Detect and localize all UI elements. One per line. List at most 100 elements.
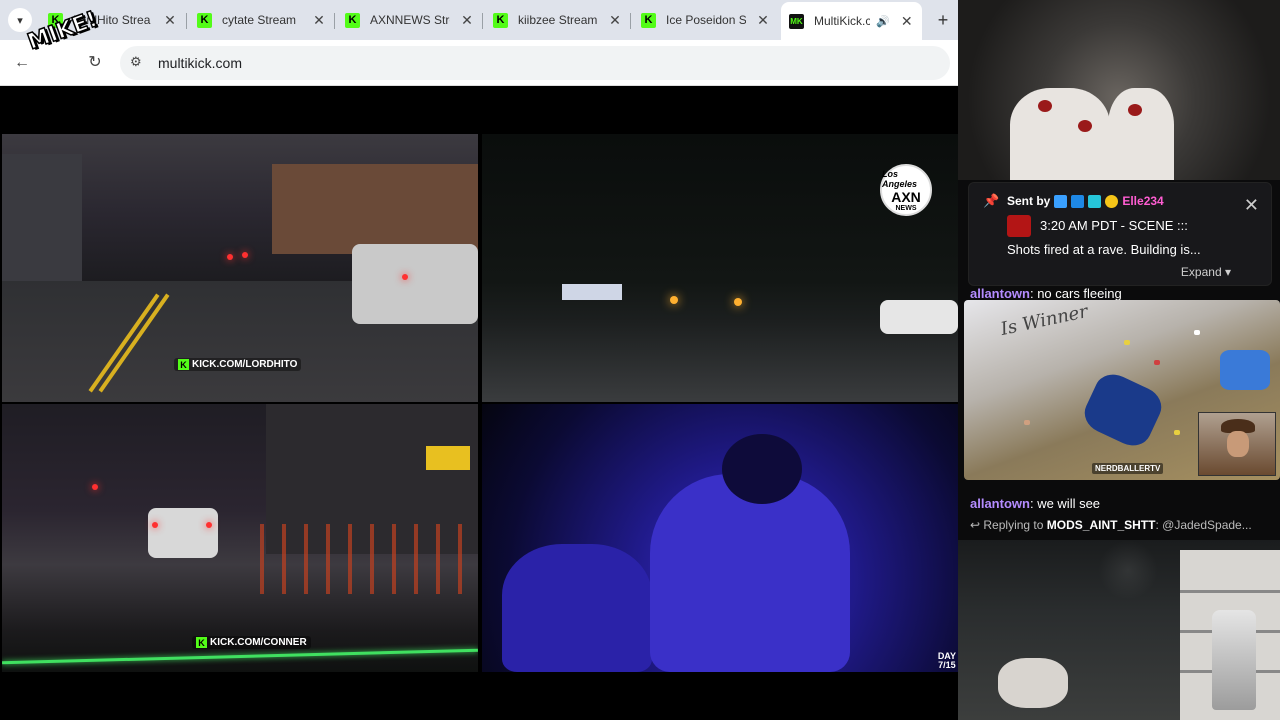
passenger-head [722,434,802,504]
day-counter: DAY 7/15 [938,652,956,670]
stream-player-bedroom[interactable] [958,0,1280,180]
watermark-text: KICK.COM/CONNER [210,637,307,648]
close-icon[interactable]: ✕ [1244,195,1259,216]
stream-player-lordhito[interactable]: K KICK.COM/LORDHITO [2,134,478,402]
emergency-light [734,298,742,306]
stream-player-nerdballertv[interactable]: Is Winner NERDBALLERTV [964,300,1280,480]
kick-icon: K [345,12,360,28]
chat-reply: ↩ Replying to MODS_AINT_SHTT: @JadedSpad… [970,518,1252,532]
sheet-pattern [1078,120,1092,132]
tail-light [242,252,248,258]
person-sleeping [998,658,1068,708]
tab-strip: ▾ K LordHito Strea ✕ K cytate Stream ✕ K… [0,0,958,40]
kick-icon: K [641,12,656,28]
stream-player-ice[interactable]: DAY 7/15 [482,404,958,672]
pinned-text-line1: 3:20 AM PDT - SCENE ::: [1040,218,1188,233]
chat-username[interactable]: allantown [970,286,1030,301]
police-car [880,300,958,334]
tab-title: MultiKick.c [814,14,870,28]
store-sign [426,446,470,470]
expand-button[interactable]: Expand ▾ [1181,265,1231,279]
close-icon[interactable]: ✕ [608,12,622,29]
badge-icon [1088,194,1102,208]
stream-player-axnnews[interactable]: Los Angeles AXN NEWS [482,134,958,402]
tab-separator [482,13,483,29]
pinned-message: 📌 Sent by Elle234 ✕ 3:20 AM PDT - SCENE … [968,182,1272,286]
day-value: 7/15 [938,660,956,670]
chat-message: allantown: no cars fleeing [970,286,1122,301]
blue-tarp [1220,350,1270,390]
tab-title: AXNNEWS Stre [370,13,450,27]
stream-watermark: K KICK.COM/LORDHITO [174,358,302,371]
tail-light [227,254,233,260]
kick-icon: K [493,12,508,28]
close-icon[interactable]: ✕ [460,12,474,29]
debris [1174,430,1180,435]
kick-icon: K [197,12,212,28]
side-panel: 📌 Sent by Elle234 ✕ 3:20 AM PDT - SCENE … [958,0,1280,720]
back-button[interactable]: ← [10,51,34,75]
stream-grid: K KICK.COM/LORDHITO Los Angeles AXN NEWS [0,132,958,674]
bed-sheet [1010,88,1110,180]
blue-bag [1078,368,1168,452]
tab-separator [186,13,187,29]
debris [1154,360,1160,365]
axn-news-logo: Los Angeles AXN NEWS [880,164,932,216]
tab-axnnews[interactable]: K AXNNEWS Stre ✕ [345,6,474,34]
wall-writing: Is Winner [998,301,1090,340]
alert-emote-icon [1007,215,1031,237]
tab-separator [334,13,335,29]
tab-ice-poseidon[interactable]: K Ice Poseidon S ✕ [641,6,770,34]
tab-title: Ice Poseidon S [666,13,746,27]
url-text: multikick.com [158,55,243,71]
kick-icon: K [178,359,189,370]
tail-light [402,274,408,280]
parked-car [352,244,478,324]
bed-sheet [1108,88,1174,180]
speaker-icon[interactable]: 🔊 [876,15,890,28]
close-icon[interactable]: ✕ [756,12,770,29]
tab-separator [630,13,631,29]
debris [1124,340,1130,345]
stream-player-room[interactable] [958,540,1280,720]
browser-window: ▾ K LordHito Strea ✕ K cytate Stream ✕ K… [0,0,958,720]
stream-player-conner[interactable]: K KICK.COM/CONNER [2,404,478,672]
sent-by-label: Sent by [1007,194,1051,208]
logo-location: Los Angeles [882,168,918,189]
bike-rack [242,524,478,594]
new-tab-button[interactable]: + [932,9,954,31]
reply-label: Replying to [983,518,1044,532]
tail-light [206,522,212,528]
reply-icon: ↩ [970,518,984,532]
site-info-icon[interactable]: ⚙ [130,54,142,70]
emergency-light [670,296,678,304]
browser-toolbar: ← ↻ ⚙ multikick.com [0,40,958,86]
close-icon[interactable]: ✕ [312,12,326,29]
tab-search-button[interactable]: ▾ [8,8,32,32]
tab-cytate[interactable]: K cytate Stream ✕ [197,6,326,34]
close-icon[interactable]: ✕ [900,13,914,30]
shelf-row [1180,590,1280,593]
watermark-text: KICK.COM/LORDHITO [192,359,298,370]
sheet-pattern [1128,104,1142,116]
address-bar[interactable]: ⚙ multikick.com [120,46,950,80]
debris [1194,330,1200,335]
passenger [502,544,652,672]
dashboard-glow [2,648,478,665]
multikick-icon: MK [789,13,804,29]
close-icon[interactable]: ✕ [163,12,177,29]
reply-username[interactable]: MODS_AINT_SHTT [1047,518,1156,532]
logo-main: AXN [891,188,921,205]
plus-icon: + [937,10,949,30]
tab-multikick[interactable]: MK MultiKick.c 🔊 ✕ [781,2,922,40]
pinned-username[interactable]: Elle234 [1122,194,1163,208]
chevron-down-icon: ▾ [17,14,23,27]
chat-username[interactable]: allantown [970,496,1030,511]
tab-kiibzee[interactable]: K kiibzee Stream ✕ [493,6,622,34]
badge-icon [1071,194,1085,208]
reply-text: @JadedSpade... [1162,518,1252,532]
traffic-light [92,484,98,490]
sheet-pattern [1038,100,1052,112]
chevron-down-icon: ▾ [1224,265,1231,279]
tent [562,284,622,300]
